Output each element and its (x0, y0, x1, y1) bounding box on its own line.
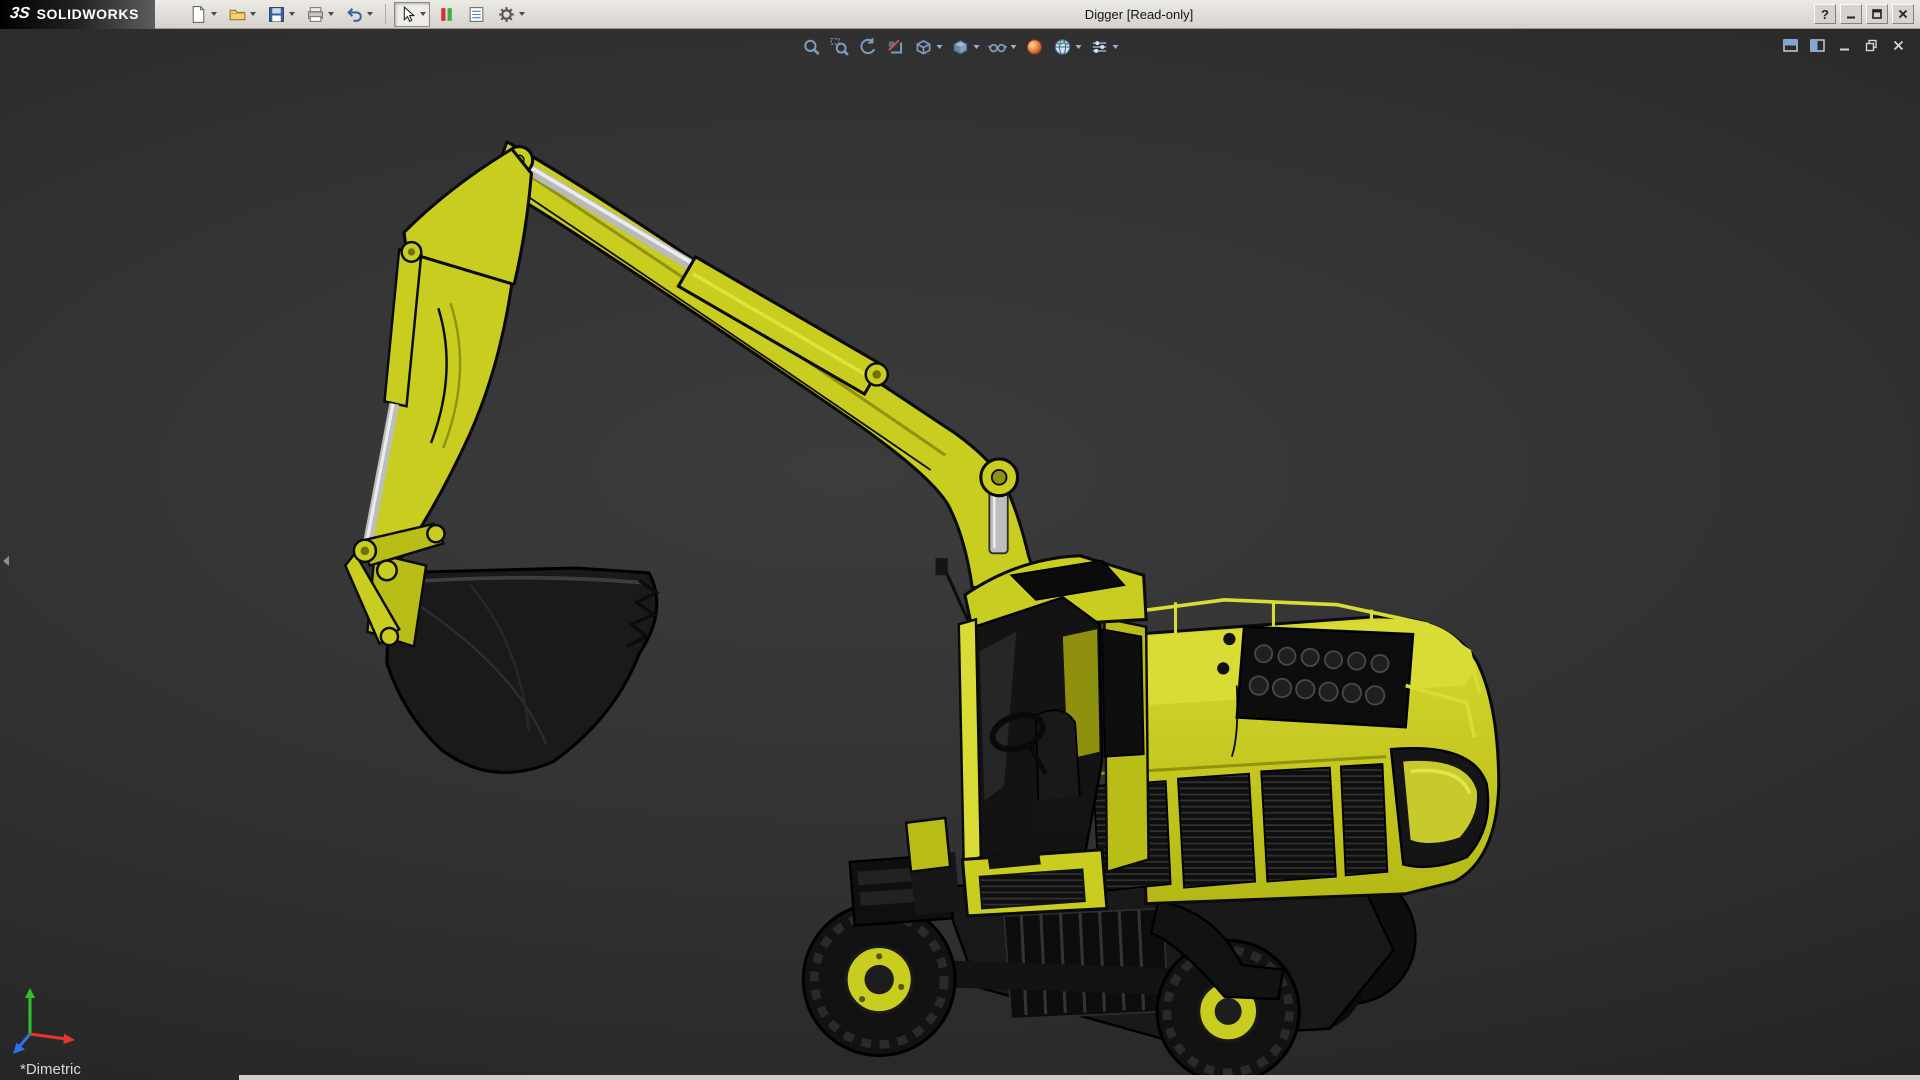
zoom-to-area-button[interactable] (828, 35, 852, 59)
view-settings-icon (1090, 37, 1110, 57)
minimize-icon (1845, 8, 1857, 20)
apply-scene-button[interactable] (1051, 35, 1084, 59)
open-button[interactable] (224, 2, 260, 27)
chevron-left-icon (3, 556, 9, 566)
help-button[interactable]: ? (1814, 4, 1836, 24)
taskbar-edge (239, 1075, 1920, 1080)
view-settings-button[interactable] (1088, 35, 1121, 59)
chevron-down-icon (211, 12, 217, 16)
wheel-front-left (803, 904, 955, 1056)
appearance-ball-icon (1025, 37, 1045, 57)
chevron-down-icon (367, 12, 373, 16)
view-cube-icon (914, 37, 934, 57)
chevron-down-icon (1076, 45, 1082, 49)
restore-document-button[interactable] (1861, 36, 1881, 54)
close-icon (1892, 39, 1905, 52)
boom-arm (492, 142, 1038, 588)
standard-toolbar (185, 2, 529, 27)
chevron-down-icon (250, 12, 256, 16)
magnifier-area-icon (830, 37, 850, 57)
restore-icon (1865, 39, 1878, 52)
document-window-controls (1780, 36, 1908, 54)
section-view-button[interactable] (884, 35, 908, 59)
chevron-down-icon (289, 12, 295, 16)
printer-icon (306, 5, 325, 24)
maximize-icon (1871, 8, 1883, 20)
previous-view-button[interactable] (856, 35, 880, 59)
digger-model[interactable] (345, 142, 1498, 1080)
stick-linkage (362, 149, 531, 570)
cab (906, 556, 1148, 916)
heads-up-view-toolbar (800, 35, 1121, 59)
3d-canvas[interactable] (0, 29, 1920, 1080)
undo-button[interactable] (341, 2, 377, 27)
globe-icon (1053, 37, 1073, 57)
new-file-icon (189, 5, 208, 24)
chevron-down-icon (328, 12, 334, 16)
tile-horizontal-icon (1783, 39, 1798, 52)
zoom-to-fit-button[interactable] (800, 35, 824, 59)
view-orientation-button[interactable] (912, 35, 945, 59)
minimize-document-button[interactable] (1834, 36, 1854, 54)
chevron-down-icon (937, 45, 943, 49)
brand-name: SOLIDWORKS (37, 6, 139, 22)
options-button[interactable] (493, 2, 529, 27)
menu-bar: 3S SOLIDWORKS (0, 0, 1920, 29)
close-document-button[interactable] (1888, 36, 1908, 54)
bucket (345, 524, 657, 773)
selection-filter-icon (437, 5, 456, 24)
minimize-button[interactable] (1840, 4, 1862, 24)
close-icon (1897, 8, 1909, 20)
help-icon: ? (1821, 7, 1829, 22)
save-floppy-icon (267, 5, 286, 24)
section-view-icon (886, 37, 906, 57)
chevron-down-icon (974, 45, 980, 49)
panel-collapse-tab[interactable] (0, 546, 11, 576)
shaded-cube-icon (951, 37, 971, 57)
close-button[interactable] (1892, 4, 1914, 24)
reference-triad (6, 978, 90, 1062)
select-tool-button[interactable] (394, 2, 430, 27)
new-document-button[interactable] (185, 2, 221, 27)
print-button[interactable] (302, 2, 338, 27)
tile-horizontally-button[interactable] (1780, 36, 1800, 54)
chevron-down-icon (1113, 45, 1119, 49)
open-folder-icon (228, 5, 247, 24)
previous-view-icon (858, 37, 878, 57)
save-button[interactable] (263, 2, 299, 27)
selection-filter-button[interactable] (433, 2, 460, 27)
toolbar-separator (385, 4, 386, 24)
tile-vertically-button[interactable] (1807, 36, 1827, 54)
drawing-sheet-icon (467, 5, 486, 24)
hide-show-items-button[interactable] (986, 35, 1019, 59)
graphics-viewport: *Dimetric (0, 29, 1920, 1080)
glasses-icon (988, 37, 1008, 57)
chevron-down-icon (519, 12, 525, 16)
make-drawing-button[interactable] (463, 2, 490, 27)
view-orientation-label: *Dimetric (20, 1061, 81, 1078)
minimize-icon (1838, 39, 1851, 52)
cursor-arrow-icon (398, 5, 417, 24)
gear-icon (497, 5, 516, 24)
window-controls: ? (1814, 4, 1914, 24)
display-style-button[interactable] (949, 35, 982, 59)
solidworks-logo: 3S SOLIDWORKS (0, 0, 155, 29)
edit-appearance-button[interactable] (1023, 35, 1047, 59)
chevron-down-icon (420, 12, 426, 16)
z-axis (19, 1034, 30, 1047)
maximize-button[interactable] (1866, 4, 1888, 24)
brand-mark: 3S (9, 5, 31, 23)
document-title: Digger [Read-only] (1085, 0, 1193, 29)
engine-housing (1093, 600, 1498, 904)
tile-vertical-icon (1810, 39, 1825, 52)
x-axis (30, 1034, 66, 1039)
chevron-down-icon (1011, 45, 1017, 49)
magnifier-icon (802, 37, 822, 57)
undo-arrow-icon (345, 5, 364, 24)
